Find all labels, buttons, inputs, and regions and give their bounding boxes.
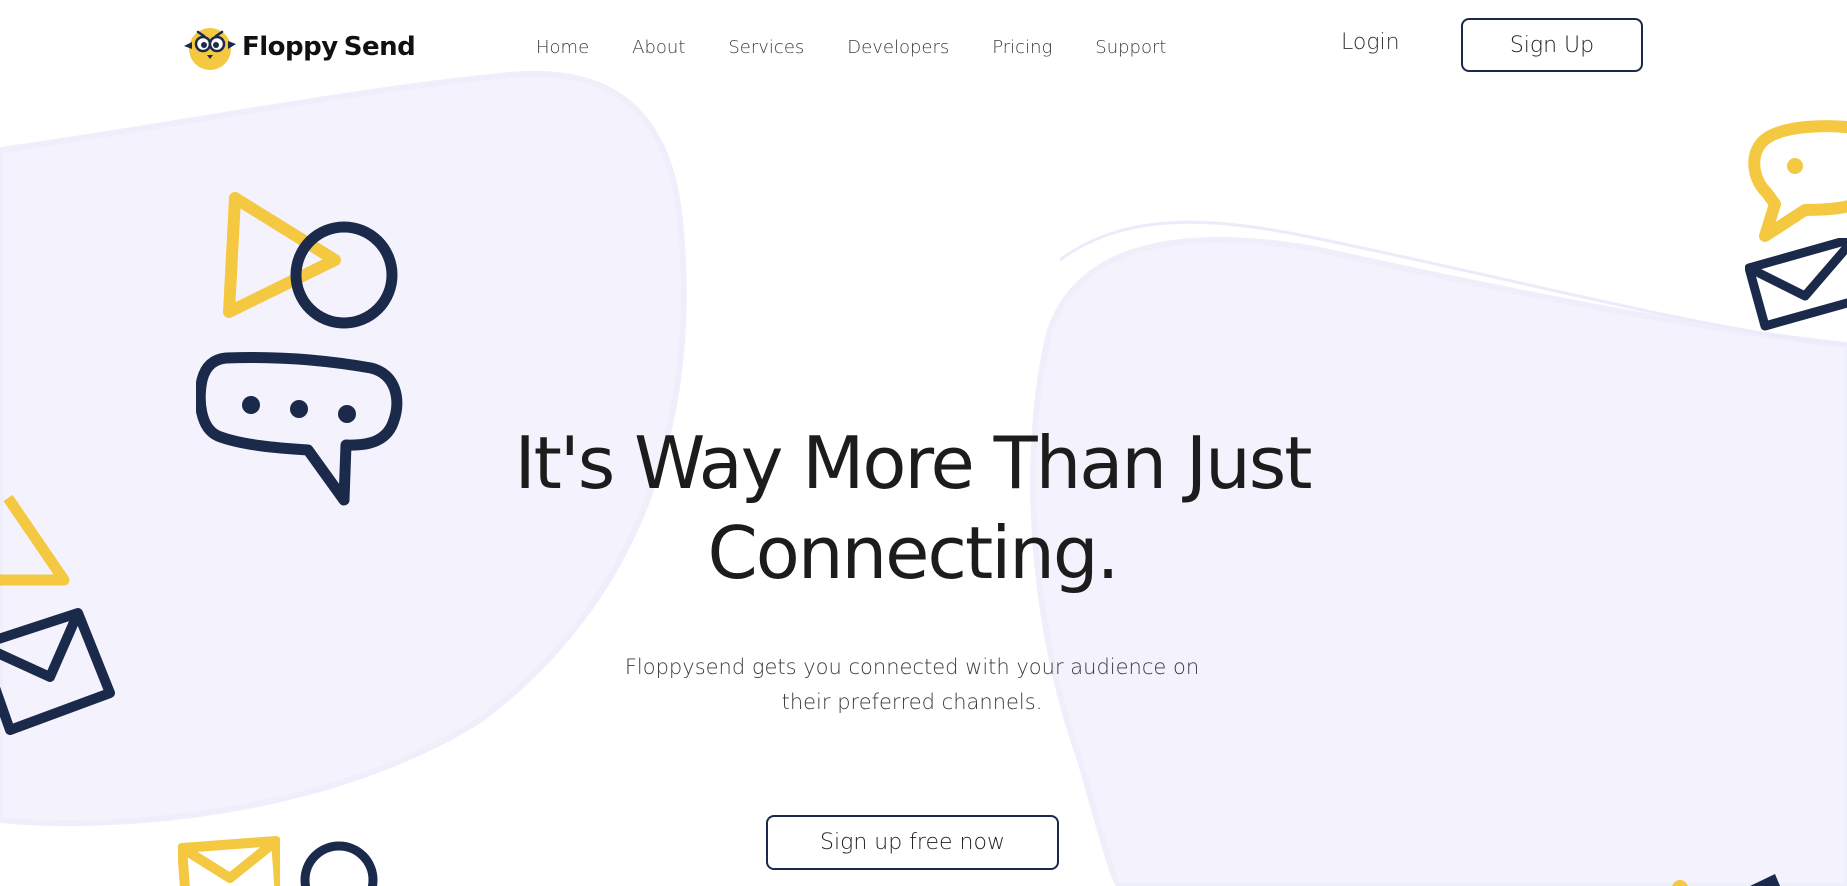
- sign-up-free-button[interactable]: Sign up free now: [766, 815, 1059, 870]
- chat-bubble-icon: [196, 351, 403, 506]
- circle-icon: [290, 221, 398, 329]
- sign-up-button[interactable]: Sign Up: [1461, 18, 1643, 72]
- main-nav: Home About Services Developers Pricing S…: [536, 34, 1209, 60]
- top-navigation-bar: Floppy Send Home About Services Developer…: [0, 0, 1847, 92]
- nav-item-pricing[interactable]: Pricing: [992, 37, 1052, 58]
- hero-subtitle-line-1: Floppysend gets you connected with your …: [624, 655, 1200, 679]
- brand-logo[interactable]: Floppy Send: [180, 22, 416, 72]
- chat-bubble-icon-yellow: [1748, 120, 1847, 242]
- corner-shapes-icon: [1672, 874, 1780, 886]
- brand-name: Floppy Send: [242, 32, 416, 62]
- envelope-icon-right: [1745, 238, 1847, 331]
- hero-title-line-2: Connecting.: [707, 511, 1120, 595]
- hero-title: It's Way More Than Just Connecting.: [430, 418, 1395, 598]
- nav-item-support[interactable]: Support: [1095, 37, 1166, 58]
- nav-item-services[interactable]: Services: [728, 37, 804, 58]
- nav-item-home[interactable]: Home: [536, 37, 589, 58]
- envelope-icon: [0, 608, 115, 735]
- nav-item-developers[interactable]: Developers: [847, 37, 949, 58]
- owl-mascot-icon: [184, 28, 236, 70]
- nav-item-about[interactable]: About: [632, 37, 685, 58]
- envelope-icon-yellow: [178, 836, 280, 886]
- hero-title-line-1: It's Way More Than Just: [514, 421, 1312, 505]
- login-link[interactable]: Login: [1341, 30, 1400, 55]
- hero-subtitle-line-2: their preferred channels.: [781, 690, 1043, 714]
- hero-subtitle: Floppysend gets you connected with your …: [612, 650, 1212, 720]
- circle-icon-bottom: [300, 841, 378, 886]
- triangle-outline-icon: [0, 494, 70, 586]
